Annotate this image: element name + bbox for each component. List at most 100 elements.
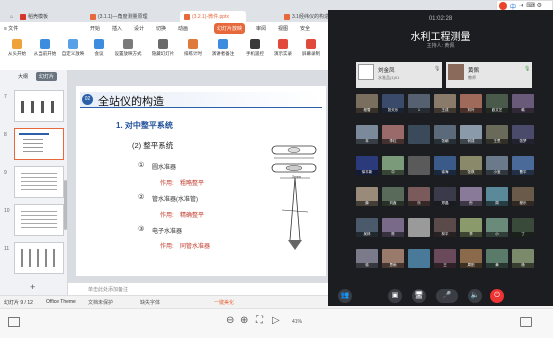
missing-font-status[interactable]: 缺失字体 — [140, 299, 160, 306]
participant-tile[interactable]: 小宝 — [486, 156, 508, 175]
menu-review[interactable]: 审阅 — [256, 25, 266, 32]
participant-tile[interactable]: 刘叶 — [460, 94, 482, 113]
participant-tile[interactable]: 何成 — [460, 125, 482, 144]
participant-tile[interactable]: 乐 — [408, 187, 430, 206]
zoom-in-icon[interactable]: ⊕ — [240, 315, 248, 326]
ribbon-screen-record[interactable]: 屏幕录制 — [296, 37, 326, 65]
slide-thumbnail-7[interactable] — [14, 90, 64, 122]
host-role: 教师 — [468, 75, 476, 80]
participant-tile[interactable]: 陈 — [382, 218, 404, 237]
participant-tile[interactable]: 丁 — [512, 218, 534, 237]
participant-tile[interactable]: 吴林 — [356, 218, 378, 237]
participant-name: 程乐 — [512, 201, 534, 206]
slide-thumbnail-8[interactable] — [14, 128, 64, 160]
participant-tile[interactable]: 曹平 — [512, 156, 534, 175]
item-3-role: 同管水准器 — [180, 244, 211, 250]
participant-tile[interactable]: 郑晶 — [434, 187, 456, 206]
participant-tile[interactable]: 周 — [486, 187, 508, 206]
fullscreen-icon[interactable] — [520, 317, 532, 327]
participant-name: 韩 — [512, 108, 534, 113]
beautify-button[interactable]: 一键美化 — [214, 299, 234, 306]
file-menu[interactable]: ≡ 文件 — [4, 25, 18, 32]
tab-outline[interactable]: 大纲 — [18, 73, 28, 80]
zoom-out-icon[interactable]: ⊖ — [226, 315, 234, 326]
participant-tile[interactable]: 薛 — [356, 187, 378, 206]
host-card-0[interactable]: 刘金凤 水准品(1)01 🎙 — [356, 62, 442, 88]
participant-name: 张梦 — [512, 139, 534, 144]
participant-tile[interactable]: 刘鑫 — [382, 187, 404, 206]
menu-animation[interactable]: 动画 — [178, 25, 188, 32]
end-call-icon[interactable]: ⏻ — [490, 289, 504, 303]
play-current-icon — [40, 39, 50, 49]
participant-tile[interactable]: 彤 — [460, 187, 482, 206]
notes-pane[interactable]: 单击此处添加备注 — [68, 282, 328, 295]
participant-tile[interactable]: 黄 — [486, 249, 508, 268]
bottom-view-bar: ⊖ ⊕ ⛶ ▷ 41% — [0, 308, 553, 338]
notes-toggle-icon[interactable] — [8, 317, 20, 327]
participant-tile[interactable] — [408, 156, 430, 175]
participant-tile[interactable]: 王思 — [486, 125, 508, 144]
participant-tile[interactable]: 林平 — [434, 218, 456, 237]
participant-tile[interactable] — [408, 218, 430, 237]
item-2-number: ② — [138, 194, 145, 201]
thumb-figure — [21, 249, 57, 267]
host-card-1[interactable]: 黄佩 教师 🎙 — [446, 62, 532, 88]
participant-tile[interactable]: 周阳 — [460, 249, 482, 268]
menu-design[interactable]: 设计 — [134, 25, 144, 32]
menu-home[interactable]: 开始 — [90, 25, 100, 32]
doc-protect-status[interactable]: 文档未保护 — [88, 299, 113, 306]
participants-icon[interactable]: 👥 — [338, 289, 352, 303]
tab-slides[interactable]: 幻灯片 — [36, 72, 58, 81]
participant-tile[interactable]: 李 — [460, 218, 482, 237]
ribbon-from-current[interactable]: 从当前开始 — [30, 37, 60, 65]
ribbon-demo-record[interactable]: 演示实录 — [268, 37, 298, 65]
participant-tile[interactable]: 张天乐 — [382, 94, 404, 113]
participant-tile[interactable]: 程乐 — [512, 187, 534, 206]
ribbon-speaker-notes[interactable]: 演讲者备注 — [208, 37, 238, 65]
fit-icon[interactable]: ⛶ — [256, 315, 263, 326]
menu-security[interactable]: 安全 — [300, 25, 310, 32]
participant-tile[interactable]: 王成 — [434, 94, 456, 113]
participant-tile[interactable]: 中 — [382, 156, 404, 175]
participant-tile[interactable]: 1 — [408, 94, 430, 113]
participant-tile[interactable]: 徐平新 — [356, 156, 378, 175]
participant-tile[interactable]: 韩 — [512, 94, 534, 113]
current-slide[interactable]: 02 全站仪的构造 1. 对中整平系统 (2) 整平系统 ① 圆水准器 作用: … — [76, 86, 326, 276]
participant-tile[interactable]: 杨 — [512, 249, 534, 268]
participant-tile[interactable]: 王 — [434, 249, 456, 268]
slide-thumbnail-9[interactable] — [14, 166, 64, 198]
participant-tile[interactable]: 欧文艺 — [486, 94, 508, 113]
slide-thumbnail-panel: 大纲 幻灯片 7 8 9 10 11 + — [0, 70, 68, 296]
add-slide-button[interactable]: + — [30, 282, 35, 292]
participant-tile[interactable]: 徐 — [356, 249, 378, 268]
participant-tile[interactable]: 小 — [486, 218, 508, 237]
window-icon[interactable]: ▣ — [388, 289, 402, 303]
participant-tile[interactable]: 程雪 — [356, 94, 378, 113]
participant-tile[interactable]: 张朝 — [434, 125, 456, 144]
participant-tile[interactable]: 思雨 — [382, 249, 404, 268]
microphone-icon[interactable]: 🎤 — [436, 289, 458, 303]
slide-thumbnail-11[interactable] — [14, 242, 64, 274]
participant-tile[interactable]: 本 — [356, 125, 378, 144]
participant-tile[interactable]: 张梦 — [512, 125, 534, 144]
ribbon-setup-show[interactable]: 设置放映方式 — [108, 37, 148, 65]
ribbon-phone-remote[interactable]: 手机遥控 — [240, 37, 270, 65]
ribbon-from-start[interactable]: 从头开始 — [2, 37, 32, 65]
slide-thumbnail-10[interactable] — [14, 204, 64, 236]
host-name: 刘金凤 — [378, 68, 395, 74]
ribbon-hide-slide[interactable]: 隐藏幻灯片 — [148, 37, 178, 65]
menu-slideshow[interactable]: 幻灯片放映 — [214, 23, 246, 34]
play-slideshow-icon[interactable]: ▷ — [272, 315, 280, 326]
menu-transition[interactable]: 切换 — [156, 25, 166, 32]
participant-tile[interactable] — [408, 125, 430, 144]
ribbon-rehearse[interactable]: 排练计时 — [178, 37, 208, 65]
participant-tile[interactable] — [408, 249, 430, 268]
screen-share-icon[interactable]: 🖥 — [412, 289, 426, 303]
participant-tile[interactable]: 李红 — [382, 125, 404, 144]
participant-tile[interactable]: 徐海 — [434, 156, 456, 175]
menu-view[interactable]: 视图 — [278, 25, 288, 32]
menu-insert[interactable]: 插入 — [112, 25, 122, 32]
speaker-icon[interactable]: 🔈 — [468, 289, 482, 303]
participant-tile[interactable]: 张祺 — [460, 156, 482, 175]
thumb-scrollbar[interactable] — [64, 180, 67, 230]
